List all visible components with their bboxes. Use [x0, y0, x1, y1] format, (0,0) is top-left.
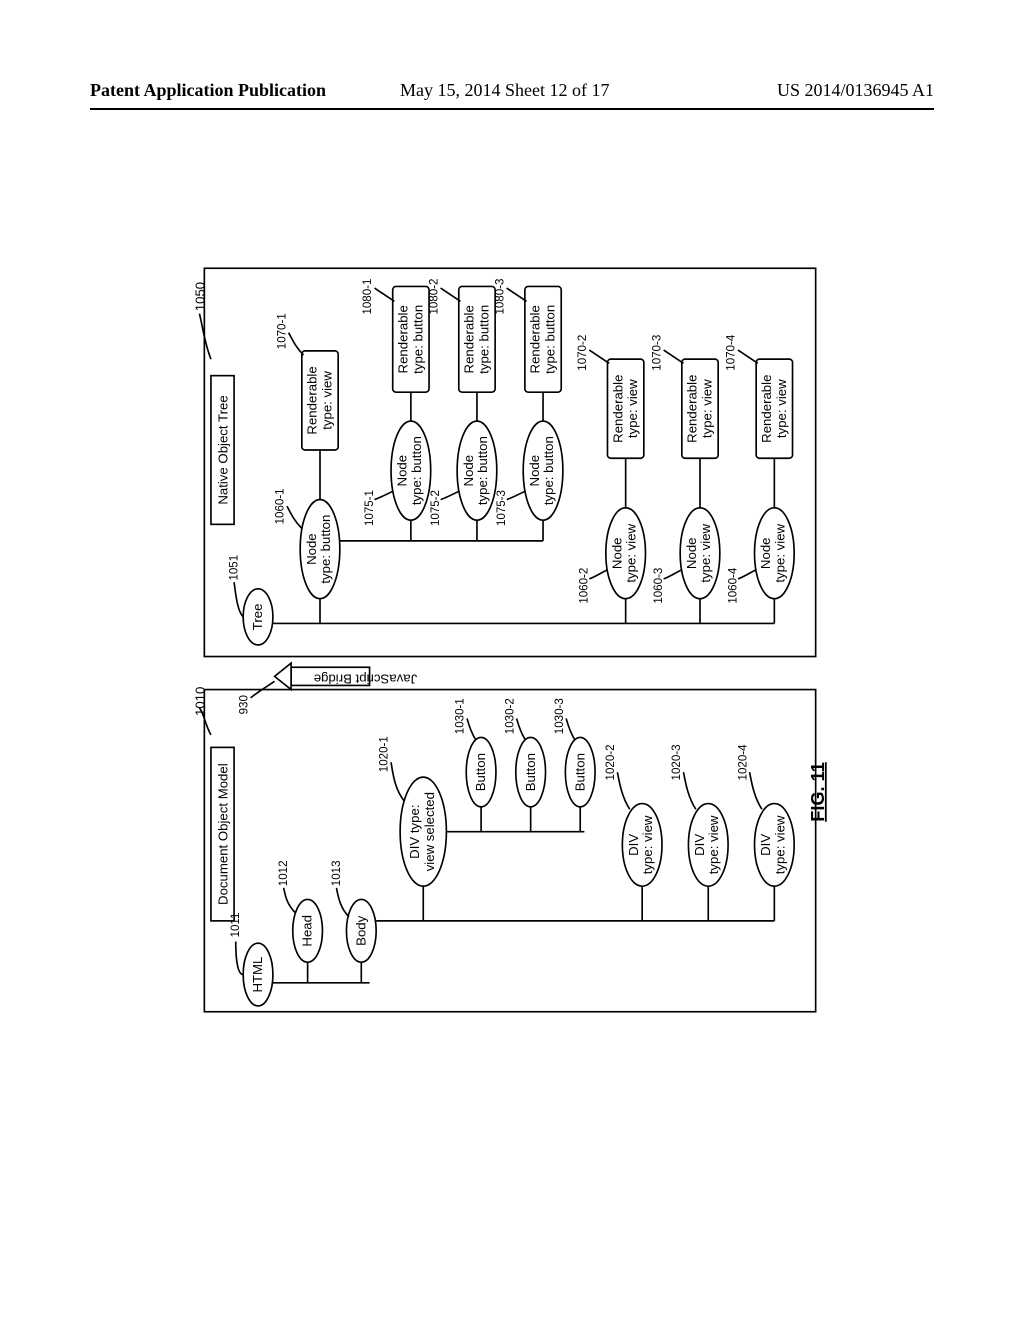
svg-text:type: view: type: view [772, 523, 787, 582]
svg-text:Renderable: Renderable [685, 375, 700, 443]
dom-div1-ref: 1020-1 [379, 736, 391, 772]
svg-text:type: button: type: button [410, 305, 425, 374]
svg-text:type: view: type: view [700, 379, 715, 438]
dom-title: Document Object Model [215, 763, 230, 905]
svg-text:DIV: DIV [626, 834, 641, 856]
dom-html-label: HTML [250, 957, 265, 993]
svg-text:DIV: DIV [692, 834, 707, 856]
dom-div4-ref: 1020-4 [737, 744, 749, 781]
dom-html-ref: 1011 [230, 913, 242, 938]
header-left: Patent Application Publication [90, 80, 326, 101]
dom-div1-label-l1: DIV type: [407, 804, 422, 858]
dom-head-ref: 1012 [278, 860, 290, 886]
svg-text:type: view: type: view [320, 371, 335, 430]
svg-text:Node: Node [758, 537, 773, 569]
native-rend1-ref: 1070-1 [276, 313, 288, 349]
svg-text:Node: Node [610, 537, 625, 569]
dom-panel: Document Object Model 1010 HTML 1011 Hea… [192, 687, 815, 1012]
dom-btn3-ref: 1030-3 [554, 698, 566, 734]
dom-body-ref: 1013 [331, 860, 343, 886]
dom-head-label: Head [300, 915, 315, 947]
svg-text:type: view: type: view [772, 815, 787, 874]
native-rsub3-ref: 1080-3 [494, 279, 506, 315]
native-node2-ref: 1060-2 [579, 568, 591, 604]
svg-text:type: button: type: button [475, 436, 490, 505]
native-tree-label: Tree [250, 604, 265, 631]
svg-text:Node: Node [684, 537, 699, 569]
dom-btn2-ref: 1030-2 [504, 698, 516, 734]
dom-btn3-label: Button [572, 753, 587, 791]
native-tree-ref: 1051 [228, 555, 240, 581]
svg-text:type: button: type: button [543, 305, 558, 374]
native-rsub2-ref: 1080-2 [428, 279, 440, 315]
dom-btn2-label: Button [523, 753, 538, 791]
dom-btn1-label: Button [473, 753, 488, 791]
svg-text:type: button: type: button [318, 515, 333, 584]
dom-btn1-ref: 1030-1 [455, 698, 467, 734]
figure-caption: FIG. 11 [808, 762, 828, 822]
svg-text:type: view: type: view [698, 523, 713, 582]
native-panel: Native Object Tree 1050 Tree 1051 Node t… [192, 268, 815, 656]
svg-text:Node: Node [527, 455, 542, 487]
figure-svg: Document Object Model 1010 HTML 1011 Hea… [50, 260, 970, 1020]
native-sub1-ref: 1075-1 [364, 490, 376, 526]
svg-text:Node: Node [304, 533, 319, 565]
page: Patent Application Publication May 15, 2… [0, 0, 1024, 1320]
native-node1-ref: 1060-1 [275, 488, 287, 524]
native-node4-ref: 1060-4 [727, 567, 739, 604]
dom-div1-label-l2: view selected [422, 792, 437, 871]
svg-text:Renderable: Renderable [610, 375, 625, 443]
header-right: US 2014/0136945 A1 [777, 80, 934, 101]
svg-text:Renderable: Renderable [396, 305, 411, 373]
svg-text:type: view: type: view [706, 815, 721, 874]
svg-text:Renderable: Renderable [759, 375, 774, 443]
svg-text:Node: Node [395, 455, 410, 487]
svg-text:type: button: type: button [541, 436, 556, 505]
bridge-head [275, 663, 292, 689]
bridge-label: JavaScript Bridge [314, 672, 417, 687]
native-node3-ref: 1060-3 [653, 568, 665, 604]
svg-text:type: button: type: button [477, 305, 492, 374]
dom-body-label: Body [353, 915, 368, 945]
svg-text:type: button: type: button [409, 436, 424, 505]
native-rend3-ref: 1070-3 [651, 335, 663, 371]
dom-div3-ref: 1020-3 [671, 744, 683, 780]
native-sub2-ref: 1075-2 [430, 490, 442, 526]
native-sub3-ref: 1075-3 [496, 490, 508, 526]
svg-text:Node: Node [461, 455, 476, 487]
native-ref: 1050 [192, 282, 207, 311]
svg-text:type: view: type: view [625, 379, 640, 438]
dom-ref: 1010 [192, 687, 207, 716]
svg-text:type: view: type: view [624, 523, 639, 582]
svg-text:Renderable: Renderable [305, 366, 320, 434]
native-rend2-ref: 1070-2 [577, 335, 589, 371]
native-panel-border [204, 268, 815, 656]
svg-text:DIV: DIV [758, 834, 773, 856]
figure-rotated-container: Document Object Model 1010 HTML 1011 Hea… [50, 260, 970, 1020]
native-rsub1-ref: 1080-1 [362, 279, 374, 315]
native-title: Native Object Tree [215, 395, 230, 504]
native-rend4-ref: 1070-4 [726, 334, 738, 371]
svg-text:Renderable: Renderable [528, 305, 543, 373]
bridge-ref: 930 [238, 695, 250, 714]
svg-text:type: view: type: view [774, 379, 789, 438]
dom-div2-ref: 1020-2 [605, 744, 617, 780]
svg-text:Renderable: Renderable [462, 305, 477, 373]
header-rule [90, 108, 934, 110]
svg-text:type: view: type: view [640, 815, 655, 874]
header-mid: May 15, 2014 Sheet 12 of 17 [400, 80, 609, 101]
